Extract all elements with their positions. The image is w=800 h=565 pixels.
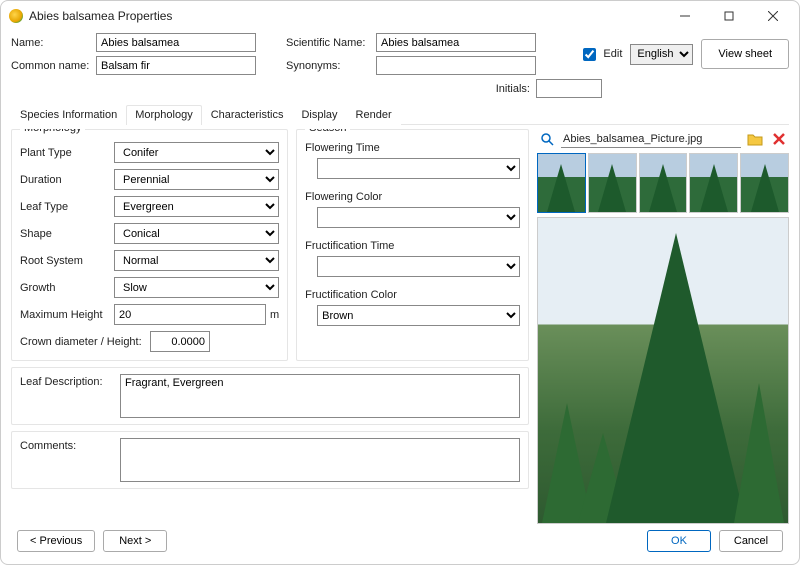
leaf-type-label: Leaf Type xyxy=(20,201,114,213)
duration-select[interactable]: Perennial xyxy=(114,169,279,190)
flowering-color-label: Flowering Color xyxy=(305,191,425,203)
magnify-icon[interactable] xyxy=(537,129,557,149)
common-name-input[interactable] xyxy=(96,56,256,75)
morphology-group: Morphology Plant TypeConifer DurationPer… xyxy=(11,129,288,361)
comments-label: Comments: xyxy=(20,438,120,482)
thumbnail[interactable] xyxy=(740,153,789,213)
flowering-time-label: Flowering Time xyxy=(305,142,425,154)
name-input[interactable] xyxy=(96,33,256,52)
max-height-label: Maximum Height xyxy=(20,309,114,321)
synonyms-input[interactable] xyxy=(376,56,536,75)
delete-picture-button[interactable] xyxy=(769,129,789,149)
tab-species-information[interactable]: Species Information xyxy=(11,105,126,125)
content: Name: Scientific Name: Edit English View… xyxy=(1,31,799,564)
picture-file-row: Abies_balsamea_Picture.jpg xyxy=(537,129,789,149)
tabs: Species Information Morphology Character… xyxy=(11,104,789,125)
max-height-input[interactable] xyxy=(114,304,266,325)
root-system-label: Root System xyxy=(20,255,114,267)
maximize-button[interactable] xyxy=(707,2,751,30)
max-height-unit: m xyxy=(270,309,279,321)
root-system-select[interactable]: Normal xyxy=(114,250,279,271)
season-legend: Season xyxy=(305,129,350,134)
tab-morphology[interactable]: Morphology xyxy=(126,105,201,125)
leaf-description-label: Leaf Description: xyxy=(20,374,120,418)
leaf-type-select[interactable]: Evergreen xyxy=(114,196,279,217)
flowering-time-select[interactable] xyxy=(317,158,520,179)
language-select[interactable]: English xyxy=(630,44,693,65)
edit-checkbox-input[interactable] xyxy=(583,48,596,61)
cancel-button[interactable]: Cancel xyxy=(719,530,783,552)
fructification-color-select[interactable]: Brown xyxy=(317,305,520,326)
main-picture xyxy=(537,217,789,524)
thumbnail[interactable] xyxy=(588,153,637,213)
initials-row: Initials: xyxy=(11,79,789,98)
browse-folder-button[interactable] xyxy=(745,129,765,149)
comments-textarea[interactable] xyxy=(120,438,520,482)
duration-label: Duration xyxy=(20,174,114,186)
plant-type-label: Plant Type xyxy=(20,147,114,159)
footer: < Previous Next > OK Cancel xyxy=(11,524,789,558)
thumbnail[interactable] xyxy=(537,153,586,213)
name-label: Name: xyxy=(11,37,96,49)
morphology-legend: Morphology xyxy=(20,129,85,134)
leaf-description-textarea[interactable]: Fragrant, Evergreen xyxy=(120,374,520,418)
growth-label: Growth xyxy=(20,282,114,294)
thumbnail[interactable] xyxy=(689,153,738,213)
plant-type-select[interactable]: Conifer xyxy=(114,142,279,163)
view-sheet-button[interactable]: View sheet xyxy=(701,39,789,69)
header-form: Name: Scientific Name: Edit English View… xyxy=(11,33,789,75)
comments-group: Comments: xyxy=(11,431,529,489)
minimize-button[interactable] xyxy=(663,2,707,30)
properties-dialog: Abies balsamea Properties Name: Scientif… xyxy=(0,0,800,565)
thumbnail[interactable] xyxy=(639,153,688,213)
crown-ratio-label: Crown diameter / Height: xyxy=(20,336,150,348)
season-group: Season Flowering Time Flowering Color Fr… xyxy=(296,129,529,361)
titlebar: Abies balsamea Properties xyxy=(1,1,799,31)
app-icon xyxy=(9,9,23,23)
close-button[interactable] xyxy=(751,2,795,30)
synonyms-label: Synonyms: xyxy=(286,60,376,72)
scientific-name-input[interactable] xyxy=(376,33,536,52)
common-name-label: Common name: xyxy=(11,60,96,72)
previous-button[interactable]: < Previous xyxy=(17,530,95,552)
edit-label: Edit xyxy=(603,48,622,60)
tab-display[interactable]: Display xyxy=(292,105,346,125)
left-pane: Morphology Plant TypeConifer DurationPer… xyxy=(11,129,529,524)
initials-label: Initials: xyxy=(376,83,536,95)
next-button[interactable]: Next > xyxy=(103,530,167,552)
tab-render[interactable]: Render xyxy=(347,105,401,125)
fructification-time-select[interactable] xyxy=(317,256,520,277)
fructification-time-label: Fructification Time xyxy=(305,240,425,252)
growth-select[interactable]: Slow xyxy=(114,277,279,298)
picture-filename[interactable]: Abies_balsamea_Picture.jpg xyxy=(561,131,741,148)
flowering-color-select[interactable] xyxy=(317,207,520,228)
shape-select[interactable]: Conical xyxy=(114,223,279,244)
main: Morphology Plant TypeConifer DurationPer… xyxy=(11,129,789,524)
tab-characteristics[interactable]: Characteristics xyxy=(202,105,293,125)
ok-button[interactable]: OK xyxy=(647,530,711,552)
edit-checkbox[interactable]: Edit xyxy=(579,45,622,64)
scientific-name-label: Scientific Name: xyxy=(286,37,376,49)
window-title: Abies balsamea Properties xyxy=(29,9,663,23)
shape-label: Shape xyxy=(20,228,114,240)
crown-ratio-input[interactable] xyxy=(150,331,210,352)
picture-pane: Abies_balsamea_Picture.jpg xyxy=(537,129,789,524)
thumbnail-strip xyxy=(537,153,789,213)
initials-input[interactable] xyxy=(536,79,602,98)
fructification-color-label: Fructification Color xyxy=(305,289,425,301)
leaf-description-group: Leaf Description: Fragrant, Evergreen xyxy=(11,367,529,425)
